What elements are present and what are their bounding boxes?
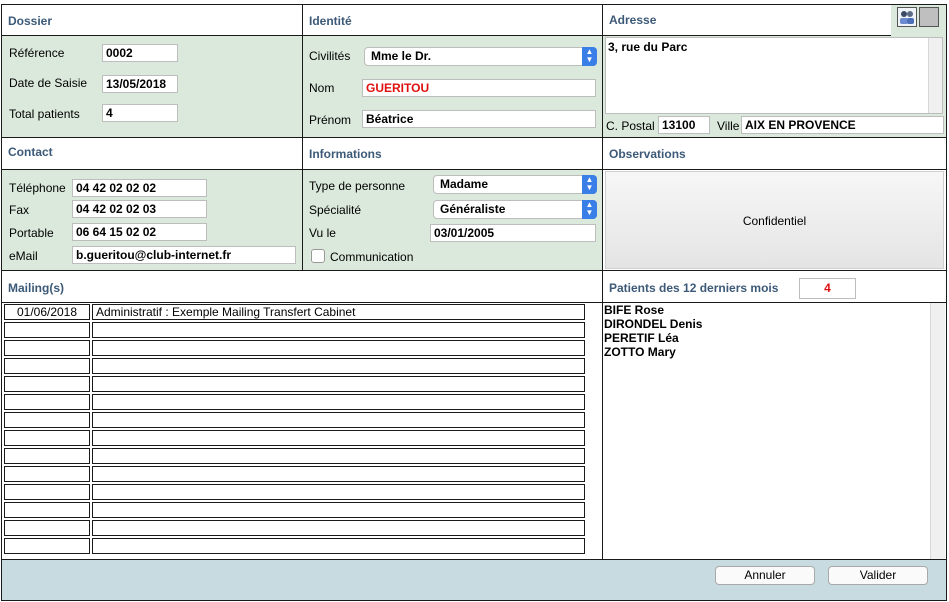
code-postal-label: C. Postal [606,119,655,133]
email-field[interactable]: b.gueritou@club-internet.fr [72,246,296,264]
prenom-label: Prénom [309,113,352,127]
communication-label: Communication [330,250,414,264]
total-patients-field[interactable]: 4 [102,104,178,122]
type-personne-select[interactable]: Madame ▲ ▼ [433,175,597,194]
square-icon[interactable] [919,7,939,27]
telephone-label: Téléphone [9,181,66,195]
mailing-date-cell[interactable] [4,430,90,446]
specialite-value: Généraliste [440,202,506,216]
fax-label: Fax [9,203,30,217]
valider-label: Valider [859,568,897,582]
patient-item[interactable]: PERETIF Léa [604,331,945,345]
mailing-date-cell[interactable] [4,322,90,338]
nom-field[interactable]: GUERITOU [362,79,596,97]
mailing-text-cell[interactable] [92,394,585,410]
address-scrollbar[interactable] [928,38,942,113]
reference-label: Référence [9,46,65,60]
ville-label: Ville [717,119,740,133]
mailing-text-cell[interactable] [92,538,585,554]
mailing-date-cell[interactable] [4,466,90,482]
chevron-updown-icon: ▲ ▼ [582,200,597,219]
address-textarea[interactable]: 3, rue du Parc [605,37,943,114]
mailing-text-cell[interactable] [92,430,585,446]
nom-label: Nom [309,81,335,95]
adresse-title: Adresse [603,5,891,36]
identite-title: Identité [303,5,602,36]
mailing-text-cell[interactable] [92,322,585,338]
mailings-title: Mailing(s) [2,271,602,303]
mailing-text-cell[interactable] [92,376,585,392]
annuler-label: Annuler [744,568,786,582]
mailing-date-cell[interactable] [4,340,90,356]
patient-item[interactable]: ZOTTO Mary [604,345,945,359]
chevron-updown-icon: ▲ ▼ [582,175,597,194]
email-label: eMail [9,249,38,263]
specialite-label: Spécialité [309,203,362,217]
valider-button[interactable]: Valider [828,566,928,585]
civilites-select[interactable]: Mme le Dr. ▲ ▼ [364,47,597,66]
vu-le-label: Vu le [309,226,336,240]
mailing-text-cell[interactable]: Administratif : Exemple Mailing Transfer… [92,304,585,320]
mailing-text-cell[interactable] [92,412,585,428]
mailing-date-cell[interactable] [4,358,90,374]
mailing-text-cell[interactable] [92,340,585,356]
mailing-date-cell[interactable]: 01/06/2018 [4,304,90,320]
mailing-text-cell[interactable] [92,358,585,374]
code-postal-field[interactable]: 13100 [658,116,710,134]
patient-item[interactable]: DIRONDEL Denis [604,317,945,331]
address-value: 3, rue du Parc [608,40,688,54]
date-saisie-field[interactable]: 13/05/2018 [102,75,178,93]
patient-item[interactable]: BIFE Rose [604,303,945,317]
mailing-date-cell[interactable] [4,376,90,392]
civilites-value: Mme le Dr. [371,49,432,63]
prenom-field[interactable]: Béatrice [362,110,596,128]
mailing-date-cell[interactable] [4,448,90,464]
informations-title: Informations [303,138,602,170]
people-icon[interactable] [897,7,917,27]
civilites-label: Civilités [309,49,351,63]
patients-scrollbar[interactable] [930,303,945,559]
reference-field[interactable]: 0002 [102,44,178,62]
mailing-date-cell[interactable] [4,412,90,428]
specialite-select[interactable]: Généraliste ▲ ▼ [433,200,597,219]
type-personne-label: Type de personne [309,179,406,193]
patients-title: Patients des 12 derniers mois [603,271,946,303]
confidentiel-label: Confidentiel [742,214,807,228]
chevron-updown-icon: ▲ ▼ [582,47,597,66]
contact-title: Contact [2,138,302,170]
mailing-text-cell[interactable] [92,484,585,500]
date-saisie-label: Date de Saisie [9,76,88,90]
mailing-date-cell[interactable] [4,484,90,500]
portable-field[interactable]: 06 64 15 02 02 [72,223,207,241]
mailing-text-cell[interactable] [92,502,585,518]
type-personne-value: Madame [440,177,489,191]
mailing-date-cell[interactable] [4,394,90,410]
mailing-text-cell[interactable] [92,520,585,536]
ville-field[interactable]: AIX EN PROVENCE [741,116,944,134]
mailing-text-cell[interactable] [92,466,585,482]
portable-label: Portable [9,226,54,240]
telephone-field[interactable]: 04 42 02 02 02 [72,179,207,197]
fax-field[interactable]: 04 42 02 02 03 [72,200,207,218]
patients-count: 4 [799,278,856,299]
observations-title: Observations [603,138,946,170]
confidentiel-button[interactable]: Confidentiel [605,171,944,269]
communication-checkbox[interactable] [311,249,325,263]
mailing-date-cell[interactable] [4,502,90,518]
dossier-title: Dossier [2,5,302,36]
annuler-button[interactable]: Annuler [715,566,815,585]
mailing-date-cell[interactable] [4,538,90,554]
total-patients-label: Total patients [9,107,80,121]
patients-list[interactable]: BIFE Rose DIRONDEL Denis PERETIF Léa ZOT… [604,303,945,559]
vu-le-field[interactable]: 03/01/2005 [430,224,596,242]
mailing-text-cell[interactable] [92,448,585,464]
mailing-date-cell[interactable] [4,520,90,536]
